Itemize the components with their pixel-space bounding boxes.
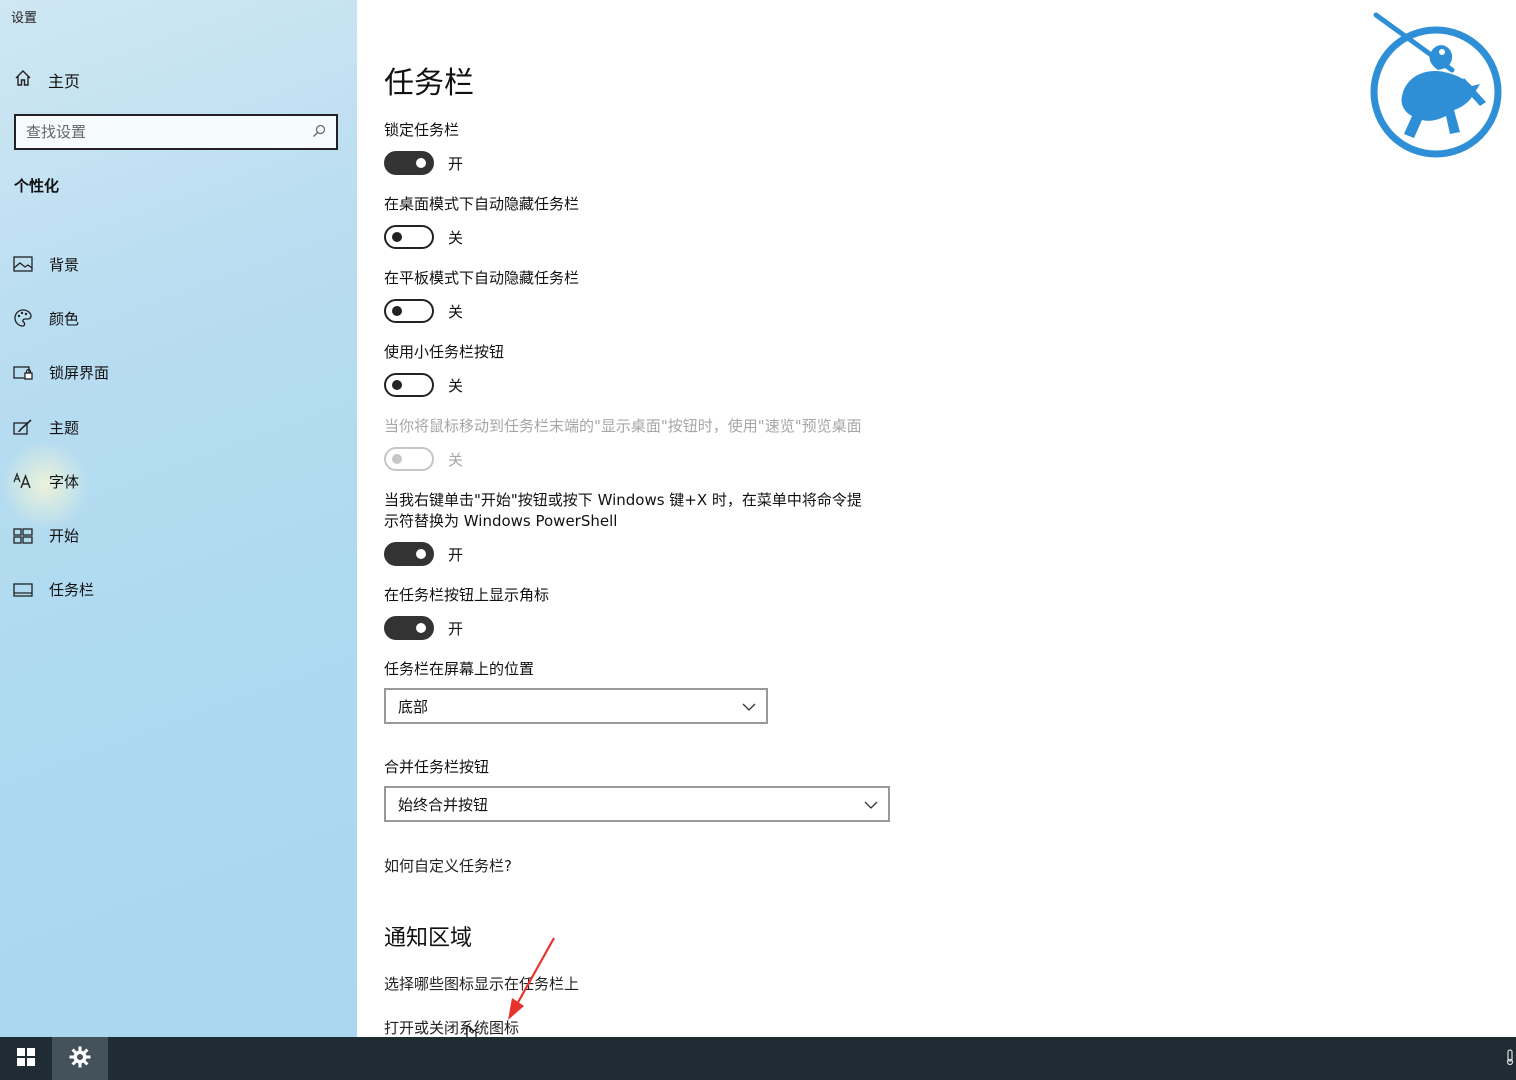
toggle-lock-taskbar[interactable] [384, 151, 434, 175]
toggle-state: 关 [448, 302, 464, 321]
theme-brush-icon [13, 417, 33, 437]
sidebar-item-label: 背景 [49, 255, 80, 274]
image-icon [13, 254, 33, 274]
search-icon[interactable] [312, 123, 326, 142]
setting-row-peek: 关 [384, 447, 463, 471]
sidebar-item-themes[interactable]: 主题 [13, 400, 343, 454]
tray-icon [1506, 1048, 1514, 1069]
sidebar-item-label: 锁屏界面 [49, 364, 110, 383]
toggle-autohide-desktop[interactable] [384, 225, 434, 249]
sidebar-item-label: 开始 [49, 527, 80, 546]
setting-row-autohide-desktop: 关 [384, 225, 463, 249]
taskbar-settings-app[interactable] [52, 1037, 108, 1080]
setting-row-lock-taskbar: 开 [384, 151, 463, 175]
page-title: 任务栏 [384, 66, 474, 101]
toggle-state: 开 [448, 619, 464, 638]
sidebar-item-lock-screen[interactable]: 锁屏界面 [13, 346, 343, 400]
gear-icon [69, 1046, 91, 1072]
setting-label-badges: 在任务栏按钮上显示角标 [384, 586, 550, 604]
main-panel: 任务栏 锁定任务栏 开 在桌面模式下自动隐藏任务栏 关 在平板模式下自动隐藏任务… [357, 0, 1516, 1037]
home-label: 主页 [48, 72, 81, 91]
toggle-powershell[interactable] [384, 542, 434, 566]
sidebar-item-fonts[interactable]: 字体 [13, 454, 343, 508]
chevron-down-icon [864, 795, 878, 813]
sidebar-item-home[interactable]: 主页 [14, 67, 80, 93]
lock-screen-icon [13, 363, 33, 383]
start-grid-icon [13, 526, 33, 546]
toggle-badges[interactable] [384, 616, 434, 640]
sidebar-item-label: 字体 [49, 472, 80, 491]
setting-row-powershell: 开 [384, 542, 463, 566]
toggle-state: 关 [448, 450, 464, 469]
toggle-state: 开 [448, 545, 464, 564]
toggle-state: 关 [448, 228, 464, 247]
setting-label-autohide-desktop: 在桌面模式下自动隐藏任务栏 [384, 195, 580, 213]
setting-label-lock-taskbar: 锁定任务栏 [384, 121, 460, 139]
toggle-state: 关 [448, 376, 464, 395]
tray-edge[interactable] [1504, 1037, 1516, 1080]
toggle-state: 开 [448, 154, 464, 173]
system-icons-link[interactable]: 打开或关闭系统图标 [384, 1017, 519, 1038]
combine-dropdown[interactable]: 始终合并按钮 [384, 786, 890, 822]
chevron-down-icon [742, 697, 756, 715]
font-icon [13, 471, 33, 491]
sidebar-item-taskbar[interactable]: 任务栏 [13, 563, 343, 617]
help-link[interactable]: 如何自定义任务栏? [384, 855, 512, 876]
setting-label-powershell-line2: 示符替换为 Windows PowerShell [384, 512, 618, 530]
sidebar-item-colors[interactable]: 颜色 [13, 291, 343, 345]
home-icon [14, 69, 32, 91]
sidebar-item-start[interactable]: 开始 [13, 508, 343, 562]
sidebar-item-background[interactable]: 背景 [13, 237, 343, 291]
setting-label-peek: 当你将鼠标移动到任务栏末端的"显示桌面"按钮时，使用"速览"预览桌面 [384, 417, 862, 435]
palette-icon [13, 308, 33, 328]
sidebar-item-label: 颜色 [49, 309, 80, 328]
start-button[interactable] [0, 1037, 52, 1080]
search-input[interactable] [26, 123, 312, 141]
combine-label: 合并任务栏按钮 [384, 758, 490, 776]
position-dropdown-value: 底部 [398, 697, 429, 716]
section-heading: 个性化 [14, 177, 60, 195]
setting-label-autohide-tablet: 在平板模式下自动隐藏任务栏 [384, 269, 580, 287]
setting-label-powershell-line1: 当我右键单击"开始"按钮或按下 Windows 键+X 时，在菜单中将命令提 [384, 491, 862, 509]
toggle-autohide-tablet[interactable] [384, 299, 434, 323]
taskbar-icon [13, 580, 33, 600]
toggle-peek [384, 447, 434, 471]
notification-area-title: 通知区域 [384, 926, 473, 951]
position-label: 任务栏在屏幕上的位置 [384, 660, 535, 678]
setting-label-small-buttons: 使用小任务栏按钮 [384, 343, 505, 361]
position-dropdown[interactable]: 底部 [384, 688, 768, 724]
sidebar-nav: 背景 颜色 锁屏界面 主题 字体 开始 任务栏 [13, 237, 343, 617]
windows-logo-icon [17, 1047, 35, 1070]
windows-taskbar [0, 1037, 1516, 1080]
sidebar: 设置 主页 个性化 背景 颜色 锁屏界面 [0, 0, 357, 1037]
sidebar-item-label: 任务栏 [49, 581, 95, 600]
search-box[interactable] [14, 114, 338, 150]
setting-row-autohide-tablet: 关 [384, 299, 463, 323]
knight-logo [1370, 12, 1502, 158]
app-title: 设置 [11, 11, 38, 26]
sidebar-item-label: 主题 [49, 418, 80, 437]
toggle-small-buttons[interactable] [384, 373, 434, 397]
combine-dropdown-value: 始终合并按钮 [398, 795, 489, 814]
annotation-arrow-icon [508, 937, 555, 1020]
setting-row-badges: 开 [384, 616, 463, 640]
setting-row-small-buttons: 关 [384, 373, 463, 397]
hand-cursor-icon [466, 1025, 477, 1037]
